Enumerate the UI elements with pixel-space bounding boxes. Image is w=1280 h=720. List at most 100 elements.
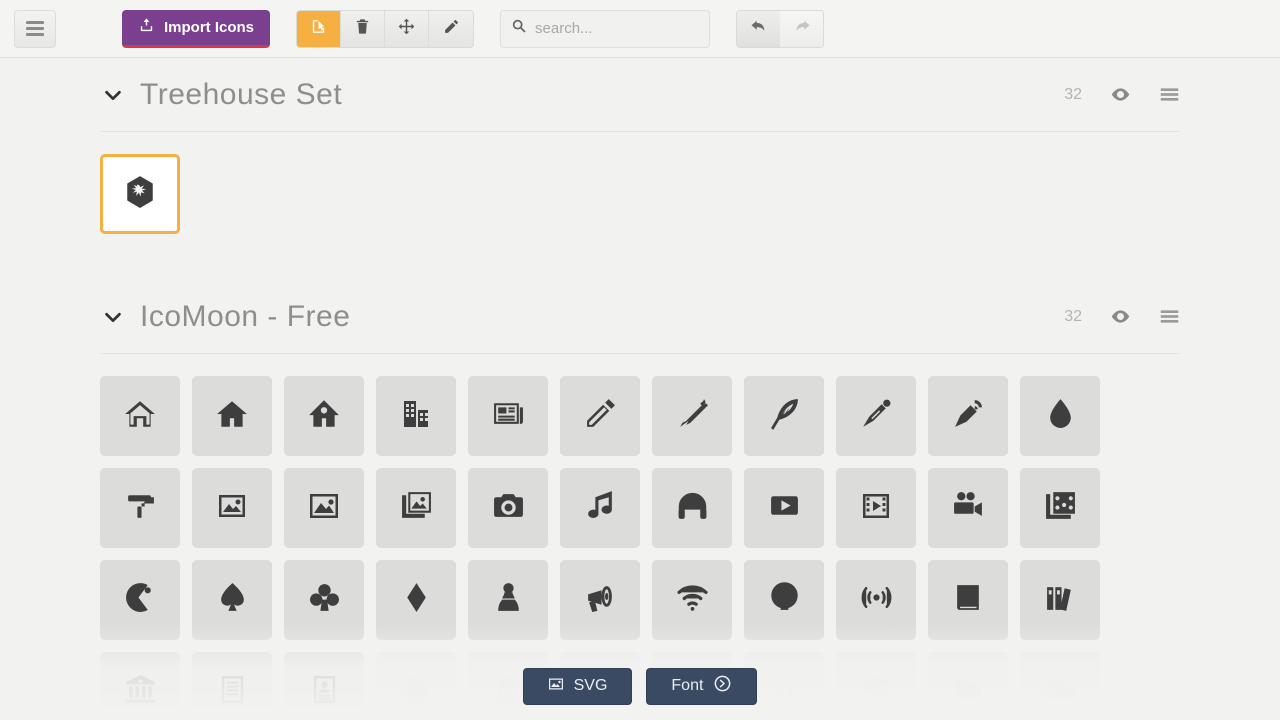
icon-grid (100, 132, 1180, 234)
paint-roller-icon (124, 489, 157, 527)
icon-tile-pacman[interactable] (100, 560, 180, 640)
icon-tile-music[interactable] (560, 468, 640, 548)
list-menu-icon[interactable] (1159, 84, 1180, 105)
set-icon-count: 32 (1064, 85, 1082, 103)
undo-button[interactable] (737, 10, 781, 47)
bullhorn-icon (584, 581, 617, 619)
menu-icon (26, 21, 44, 36)
pencil-icon (443, 18, 460, 40)
clubs-icon (308, 581, 341, 619)
feed-icon (860, 581, 893, 619)
eye-icon[interactable] (1110, 84, 1131, 105)
icon-tile-image[interactable] (192, 468, 272, 548)
icon-tile-book[interactable] (928, 560, 1008, 640)
icon-tile-bullhorn[interactable] (560, 560, 640, 640)
search-input[interactable] (535, 20, 700, 37)
chevron-down-icon[interactable] (100, 306, 126, 328)
icon-tile-blog[interactable] (928, 376, 1008, 456)
icon-tile-images[interactable] (376, 468, 456, 548)
chevron-down-icon[interactable] (100, 84, 126, 106)
set-title[interactable]: IcoMoon - Free (140, 300, 350, 334)
icon-tile-quill[interactable] (744, 376, 824, 456)
home2-icon (215, 397, 249, 436)
history-group (736, 9, 825, 48)
icon-tile-film[interactable] (836, 468, 916, 548)
play-icon (768, 489, 801, 527)
podcast-icon (768, 581, 801, 619)
icon-tile-home3[interactable] (284, 376, 364, 456)
pencil2-icon (676, 397, 709, 435)
set-title[interactable]: Treehouse Set (140, 78, 342, 112)
bottom-action-bar: SVG Font (0, 652, 1280, 720)
eye-icon[interactable] (1110, 306, 1131, 327)
icon-tile-newspaper[interactable] (468, 376, 548, 456)
set-meta: 32 (1064, 84, 1180, 105)
droplet-icon (1044, 397, 1077, 435)
icon-tile-pen[interactable] (836, 376, 916, 456)
video-camera-icon (952, 489, 985, 527)
icon-tile-camera[interactable] (468, 468, 548, 548)
select-tool-button[interactable] (297, 10, 342, 47)
icon-tile-feed[interactable] (836, 560, 916, 640)
top-toolbar: Import Icons (0, 0, 1280, 58)
icon-tile-headphones[interactable] (652, 468, 732, 548)
diamonds-icon (400, 581, 433, 619)
icon-tile-droplet[interactable] (1020, 376, 1100, 456)
search-box[interactable] (500, 9, 711, 48)
tool-group (296, 9, 475, 48)
icon-tile-spades[interactable] (192, 560, 272, 640)
icon-tile-diamonds[interactable] (376, 560, 456, 640)
font-button-label: Font (671, 677, 704, 694)
blog-icon (952, 397, 985, 435)
book-icon (952, 581, 985, 619)
icon-tile-video-camera[interactable] (928, 468, 1008, 548)
icon-tile-clubs[interactable] (284, 560, 364, 640)
undo-arrow-icon (750, 17, 768, 40)
import-icons-button[interactable]: Import Icons (122, 9, 271, 48)
icon-tile-play[interactable] (744, 468, 824, 548)
camera-icon (492, 489, 525, 527)
icon-tile-office[interactable] (376, 376, 456, 456)
arrow-right-circle-icon (713, 674, 732, 698)
app-menu-button[interactable] (14, 9, 56, 48)
pacman-icon (124, 581, 157, 619)
icon-tile-connection[interactable] (652, 560, 732, 640)
icon-tile-pencil2[interactable] (652, 376, 732, 456)
icon-set-treehouse: Treehouse Set 32 (0, 58, 1280, 234)
font-button[interactable]: Font (646, 667, 758, 705)
spades-icon (216, 581, 249, 619)
icon-tile-home2[interactable] (192, 376, 272, 456)
icon-tile-podcast[interactable] (744, 560, 824, 640)
icon-tile-pawn[interactable] (468, 560, 548, 640)
search-icon (511, 18, 527, 39)
list-menu-icon[interactable] (1159, 306, 1180, 327)
icon-tile-image2[interactable] (284, 468, 364, 548)
icon-tile-paint-roller[interactable] (100, 468, 180, 548)
icon-sets-scroll-area[interactable]: Treehouse Set 32 IcoMoon - Free 32 (0, 58, 1280, 720)
move-tool-button[interactable] (385, 10, 430, 47)
icon-tile-dice[interactable] (1020, 468, 1100, 548)
set-header: IcoMoon - Free 32 (100, 280, 1180, 354)
icon-tile-treehouse-logo[interactable] (100, 154, 180, 234)
newspaper-icon (492, 397, 525, 435)
quill-icon (768, 397, 801, 435)
svg-button[interactable]: SVG (522, 667, 633, 705)
headphones-icon (676, 489, 709, 527)
treehouse-logo-icon (123, 175, 157, 214)
edit-tool-button[interactable] (429, 11, 473, 47)
icon-tile-home[interactable] (100, 376, 180, 456)
images-icon (400, 489, 433, 527)
redo-arrow-icon (793, 17, 811, 40)
redo-button[interactable] (780, 10, 824, 47)
image2-icon (308, 490, 340, 527)
import-icons-label: Import Icons (164, 18, 255, 36)
pen-icon (860, 397, 893, 435)
trash-icon (354, 18, 371, 40)
delete-tool-button[interactable] (341, 10, 386, 47)
import-icon (138, 17, 155, 38)
set-icon-count: 32 (1064, 307, 1082, 325)
books-icon (1044, 581, 1077, 619)
icon-tile-books[interactable] (1020, 560, 1100, 640)
set-header: Treehouse Set 32 (100, 58, 1180, 132)
icon-tile-pencil[interactable] (560, 376, 640, 456)
